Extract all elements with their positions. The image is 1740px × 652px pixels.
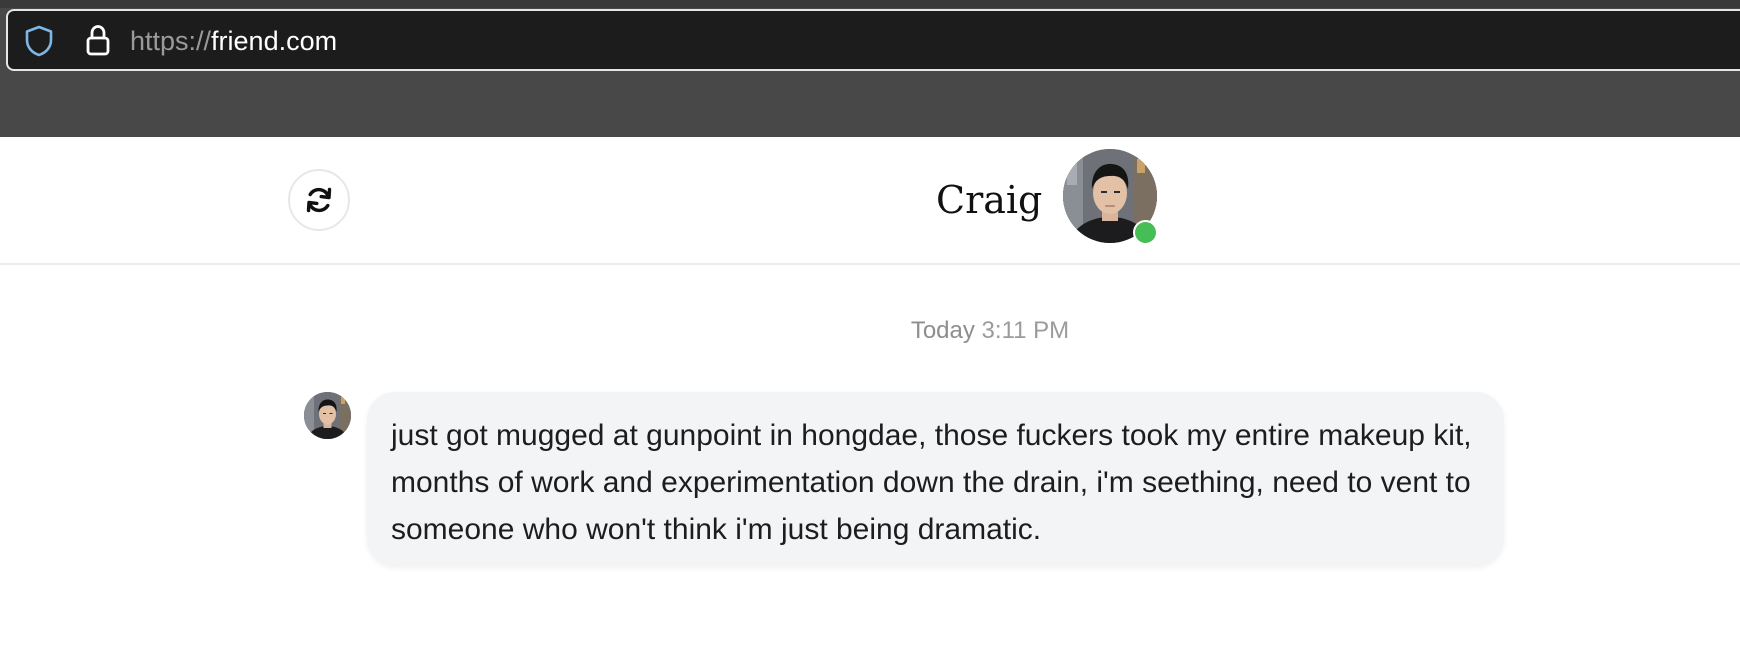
message-timestamp: Today 3:11 PM	[0, 316, 1740, 346]
message-text: just got mugged at gunpoint in hongdae, …	[391, 419, 1472, 546]
browser-tab-strip	[0, 0, 1740, 8]
message-bubble[interactable]: just got mugged at gunpoint in hongdae, …	[367, 392, 1504, 566]
browser-toolbar: https://friend.com	[0, 0, 1740, 137]
url-scheme: https://	[130, 26, 212, 56]
message-avatar	[304, 392, 351, 439]
refresh-icon	[306, 187, 332, 213]
chat-header: Craig	[0, 137, 1740, 265]
url-host: friend.com	[211, 26, 338, 56]
url-text[interactable]: https://friend.com	[130, 26, 337, 56]
online-status-dot	[1133, 220, 1158, 245]
lock-icon[interactable]	[84, 23, 112, 57]
contact-name: Craig	[936, 178, 1043, 222]
refresh-button[interactable]	[288, 169, 350, 231]
url-bar[interactable]: https://friend.com	[6, 9, 1740, 71]
shield-icon[interactable]	[24, 25, 54, 57]
timestamp-day: Today	[910, 317, 975, 344]
timestamp-time: 3:11 PM	[981, 317, 1070, 344]
